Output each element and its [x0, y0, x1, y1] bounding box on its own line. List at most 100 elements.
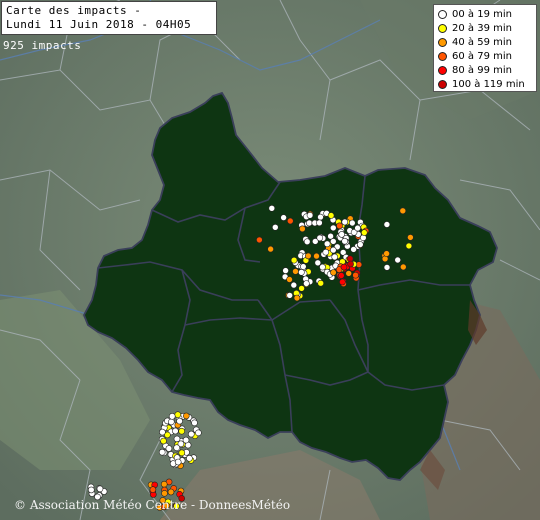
impact-marker: [96, 485, 104, 493]
impact-marker: [348, 219, 356, 227]
legend-dot-icon: [438, 51, 447, 61]
impact-marker: [176, 417, 183, 425]
copyright-text: © Association Météo Centre - DonneesMété…: [14, 498, 291, 512]
legend-label: 40 à 59 min: [452, 36, 512, 48]
impact-marker: [299, 225, 306, 233]
impact-marker: [168, 418, 175, 426]
impact-marker: [336, 222, 343, 230]
map-title-line1: Carte des impacts -: [6, 4, 142, 17]
impact-marker: [290, 256, 298, 264]
impact-marker: [303, 280, 310, 287]
impact-marker: [340, 263, 348, 271]
impact-marker: [168, 412, 176, 420]
impact-marker: [268, 205, 276, 212]
impact-marker: [293, 294, 301, 302]
impact-marker: [298, 285, 305, 292]
impact-marker: [178, 449, 186, 457]
impact-marker: [356, 241, 364, 248]
impact-marker: [383, 264, 391, 271]
impact-marker: [282, 267, 289, 274]
impact-marker: [160, 480, 168, 488]
impact-marker: [313, 252, 320, 260]
legend-label: 00 à 19 min: [452, 8, 512, 20]
legend-item: 100 à 119 min: [438, 77, 532, 91]
impact-marker: [158, 448, 166, 456]
legend-item: 20 à 39 min: [438, 21, 532, 35]
impact-marker: [149, 486, 157, 493]
impact-marker: [394, 256, 402, 264]
legend-label: 20 à 39 min: [452, 22, 512, 34]
impact-marker: [161, 489, 168, 497]
impact-marker: [267, 245, 274, 253]
impact-count: 925 impacts: [3, 39, 82, 52]
impact-marker: [339, 278, 346, 286]
impact-marker: [338, 231, 346, 238]
impact-marker: [317, 213, 324, 221]
legend-item: 40 à 59 min: [438, 35, 532, 49]
impact-marker: [350, 246, 357, 253]
impact-marker: [329, 224, 337, 232]
impact-marker: [305, 219, 313, 227]
impact-marker: [290, 281, 298, 289]
impact-marker: [280, 214, 287, 221]
impact-marker: [286, 276, 293, 283]
legend-label: 100 à 119 min: [452, 78, 525, 90]
impact-marker: [160, 437, 167, 445]
impact-marker: [322, 248, 330, 256]
impact-marker: [182, 436, 190, 444]
impact-marker: [352, 271, 359, 279]
impact-marker: [173, 435, 181, 443]
impact-marker: [329, 246, 337, 254]
impact-marker: [195, 429, 202, 437]
impact-marker: [298, 268, 305, 276]
impact-marker: [327, 212, 335, 219]
impact-marker: [167, 488, 175, 496]
impact-marker: [256, 236, 263, 244]
impact-marker: [399, 263, 407, 271]
impact-marker: [174, 458, 182, 466]
impact-marker: [347, 260, 354, 268]
impact-marker: [159, 428, 166, 436]
impact-marker: [341, 237, 349, 245]
impact-marker: [304, 252, 312, 260]
impact-marker: [383, 250, 390, 257]
impact-marker: [317, 279, 325, 287]
impact-marker: [271, 224, 279, 231]
impact-marker: [360, 229, 368, 236]
legend-dot-icon: [438, 23, 447, 33]
impact-marker: [165, 445, 173, 452]
map-title-line2: Lundi 11 Juin 2018 - 04H05: [6, 18, 192, 31]
impact-marker: [316, 234, 324, 242]
impact-marker: [314, 259, 322, 267]
impact-marker: [345, 270, 353, 277]
impact-marker: [337, 272, 345, 279]
impact-marker: [173, 444, 180, 452]
impact-marker: [316, 219, 323, 227]
impact-marker: [292, 268, 299, 275]
impact-marker: [286, 292, 294, 299]
impact-marker: [306, 212, 314, 219]
impact-marker: [329, 238, 337, 245]
impact-marker: [303, 238, 311, 245]
impact-marker: [319, 263, 326, 271]
impact-marker: [299, 263, 307, 270]
impact-marker: [341, 218, 349, 226]
impact-marker: [354, 224, 361, 232]
impact-marker: [399, 207, 407, 215]
impact-marker: [323, 240, 331, 248]
impact-marker: [188, 430, 195, 438]
legend-dot-icon: [438, 65, 447, 75]
impact-marker: [174, 411, 182, 419]
impact-marker: [186, 454, 193, 462]
impact-marker: [191, 419, 198, 427]
legend-dot-icon: [438, 79, 447, 89]
legend-dot-icon: [438, 9, 447, 19]
impact-marker: [178, 427, 185, 435]
impact-marker: [286, 217, 294, 225]
impact-marker: [407, 234, 414, 241]
legend-item: 60 à 79 min: [438, 49, 532, 63]
impact-marker: [183, 412, 190, 420]
legend-label: 80 à 99 min: [452, 64, 512, 76]
legend-dot-icon: [438, 37, 447, 47]
impact-marker: [88, 486, 95, 494]
